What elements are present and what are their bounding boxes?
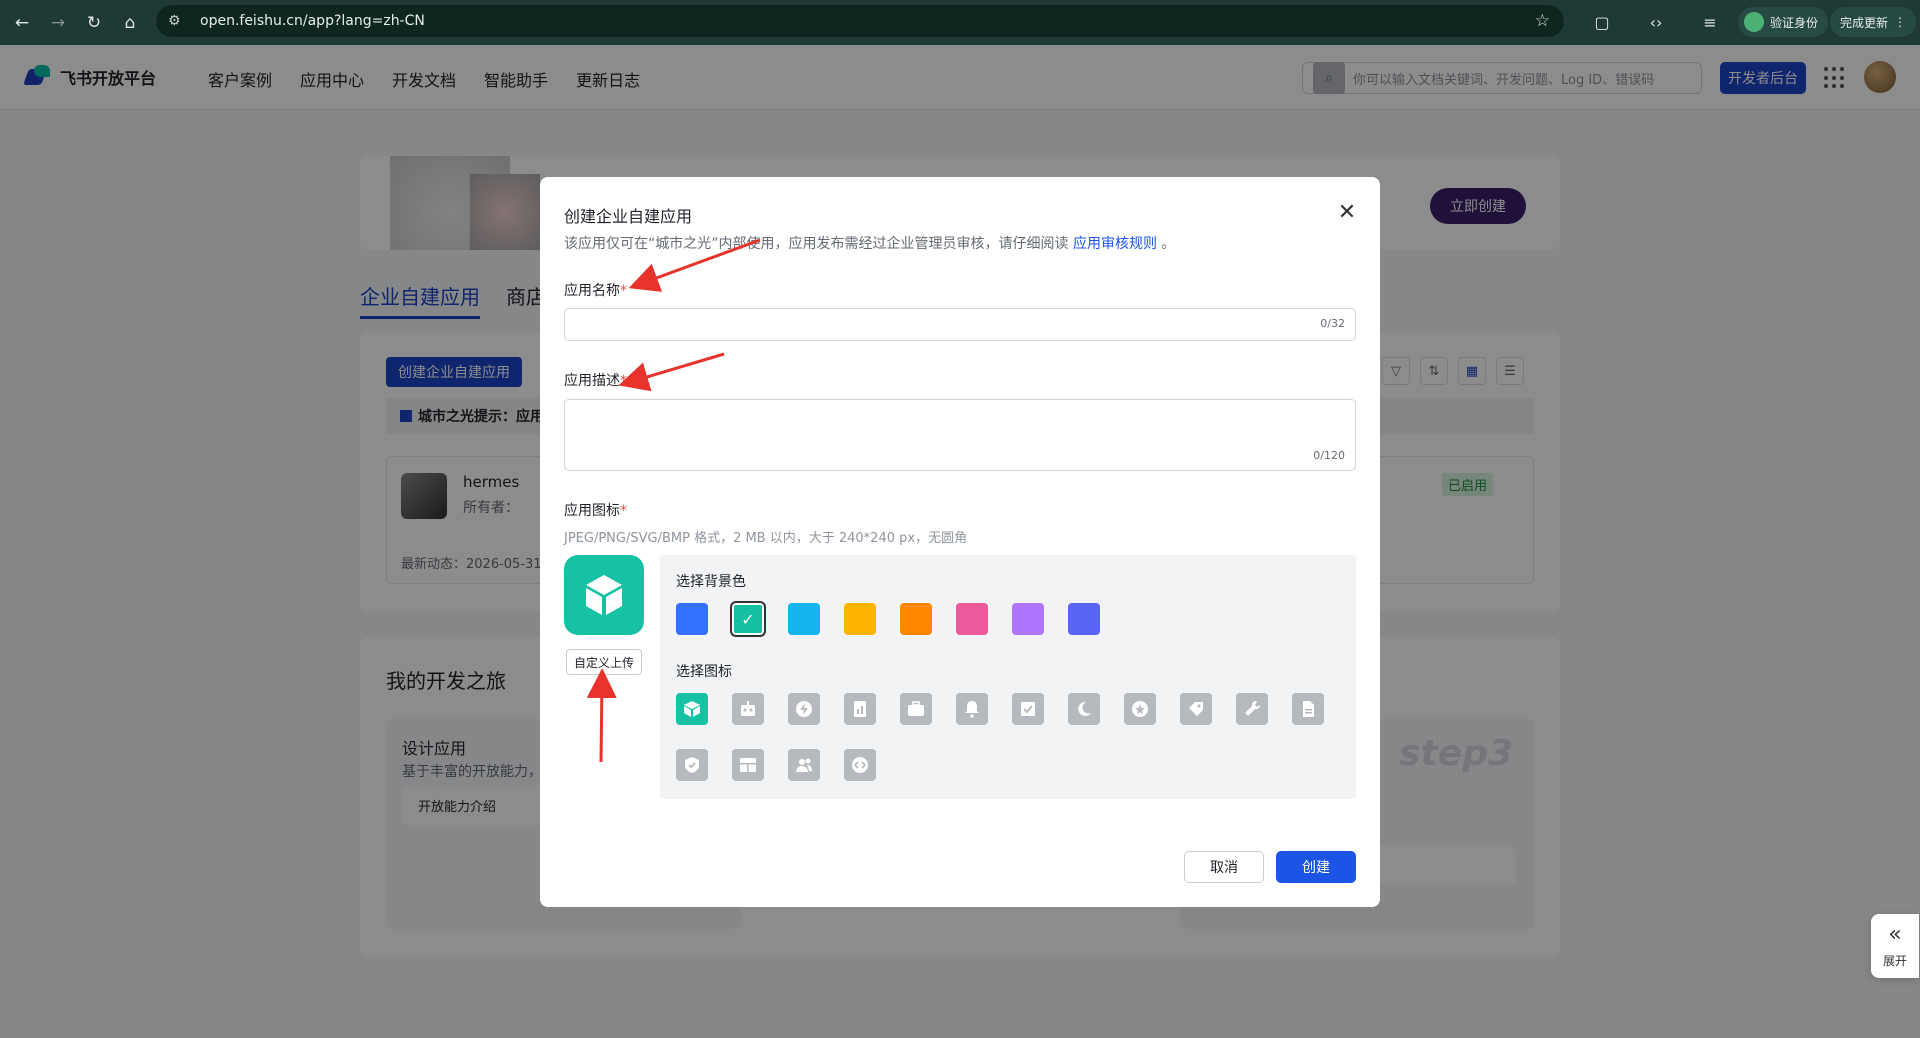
icon-option[interactable] bbox=[900, 693, 932, 725]
back-icon[interactable]: ← bbox=[8, 9, 36, 37]
icon-option[interactable] bbox=[844, 749, 876, 781]
icon-picker-panel: 选择背景色 ✓ 选择图标 bbox=[660, 555, 1356, 799]
verify-label: 验证身份 bbox=[1770, 15, 1819, 30]
robot-icon bbox=[741, 701, 755, 716]
icon-option[interactable] bbox=[844, 693, 876, 725]
bg-color-swatch[interactable] bbox=[676, 603, 708, 635]
icon-format-hint: JPEG/PNG/SVG/BMP 格式，2 MB 以内，大于 240*240 p… bbox=[564, 531, 968, 546]
forward-icon[interactable]: → bbox=[44, 9, 72, 37]
profile-badge-icon bbox=[1744, 12, 1764, 32]
required-mark: * bbox=[620, 503, 627, 519]
star-icon bbox=[1132, 701, 1148, 717]
wrench-icon bbox=[1245, 700, 1261, 716]
code-icon bbox=[852, 757, 868, 773]
lightning-icon bbox=[796, 701, 812, 717]
dialog-desc-text: 该应用仅可在“城市之光”内部使用，应用发布需经过企业管理员审核，请仔细阅读 bbox=[564, 236, 1069, 252]
reload-icon[interactable]: ↻ bbox=[80, 9, 108, 37]
tag-icon bbox=[1189, 702, 1203, 716]
bg-color-swatch[interactable] bbox=[956, 603, 988, 635]
update-label: 完成更新 bbox=[1840, 15, 1889, 30]
icon-option[interactable] bbox=[676, 693, 708, 725]
expand-label: 展开 bbox=[1882, 953, 1907, 968]
bg-color-swatch[interactable] bbox=[1068, 603, 1100, 635]
icon-option[interactable] bbox=[788, 749, 820, 781]
file-icon bbox=[1303, 701, 1314, 717]
moon-icon bbox=[1078, 701, 1091, 716]
bg-color-label: 选择背景色 bbox=[676, 574, 746, 590]
icon-option[interactable] bbox=[956, 693, 988, 725]
icon-select-label: 选择图标 bbox=[676, 664, 732, 680]
app-icon-preview bbox=[564, 555, 644, 635]
url-text: open.feishu.cn/app?lang=zh-CN bbox=[200, 13, 425, 29]
finish-update-button[interactable]: 完成更新 ⋮ bbox=[1830, 7, 1917, 37]
icon-options-grid bbox=[676, 693, 1346, 781]
site-info-icon[interactable]: ⚙ bbox=[168, 13, 188, 29]
check-icon: ✓ bbox=[741, 609, 755, 629]
desc-char-count: 0/120 bbox=[1313, 449, 1345, 462]
home-icon[interactable]: ⌂ bbox=[116, 9, 144, 37]
required-mark: * bbox=[620, 283, 627, 299]
app-desc-textarea[interactable]: 0/120 bbox=[564, 399, 1356, 471]
icon-option[interactable] bbox=[1292, 693, 1324, 725]
app-icon-label: 应用图标* bbox=[564, 503, 627, 519]
cube-icon bbox=[684, 701, 700, 717]
cube-icon bbox=[586, 575, 622, 615]
double-chevron-left-icon: « bbox=[1888, 921, 1902, 947]
bell-icon bbox=[965, 701, 979, 718]
bg-color-swatches: ✓ bbox=[676, 601, 1100, 637]
bg-color-swatch[interactable] bbox=[900, 603, 932, 635]
bg-color-swatch[interactable] bbox=[1012, 603, 1044, 635]
layout-icon bbox=[740, 758, 756, 772]
icon-option[interactable] bbox=[788, 693, 820, 725]
browser-toolbar: ← → ↻ ⌂ ⚙ open.feishu.cn/app?lang=zh-CN … bbox=[0, 0, 1920, 45]
icon-option[interactable] bbox=[1068, 693, 1100, 725]
icon-option[interactable] bbox=[676, 749, 708, 781]
devtools-icon[interactable]: ‹› bbox=[1642, 8, 1670, 36]
icon-option[interactable] bbox=[732, 749, 764, 781]
app-name-label: 应用名称* bbox=[564, 283, 627, 299]
checkbox-icon bbox=[1021, 702, 1035, 716]
dialog-title: 创建企业自建应用 bbox=[564, 207, 693, 226]
icon-option[interactable] bbox=[1236, 693, 1268, 725]
create-app-dialog: 创建企业自建应用 ✕ 该应用仅可在“城市之光”内部使用，应用发布需经过企业管理员… bbox=[540, 177, 1380, 907]
app-name-input[interactable]: 0/32 bbox=[564, 308, 1356, 341]
app-desc-label: 应用描述* bbox=[564, 373, 627, 389]
create-button[interactable]: 创建 bbox=[1276, 851, 1356, 883]
bg-color-swatch[interactable] bbox=[844, 603, 876, 635]
expand-panel-button[interactable]: « 展开 bbox=[1871, 914, 1919, 978]
document-chart-icon bbox=[854, 701, 866, 717]
dialog-desc-suffix: 。 bbox=[1161, 236, 1176, 252]
bg-color-swatch[interactable]: ✓ bbox=[730, 601, 766, 637]
icon-option[interactable] bbox=[732, 693, 764, 725]
dialog-description: 该应用仅可在“城市之光”内部使用，应用发布需经过企业管理员审核，请仔细阅读 应用… bbox=[564, 233, 1175, 253]
address-bar[interactable]: ⚙ open.feishu.cn/app?lang=zh-CN ☆ bbox=[156, 5, 1564, 37]
more-vert-icon: ⋮ bbox=[1894, 15, 1907, 29]
custom-upload-button[interactable]: 自定义上传 bbox=[566, 649, 642, 675]
reading-list-icon[interactable]: ≡ bbox=[1696, 8, 1724, 36]
bookmark-star-icon[interactable]: ☆ bbox=[1535, 11, 1550, 31]
required-mark: * bbox=[620, 373, 627, 389]
icon-option[interactable] bbox=[1180, 693, 1212, 725]
review-rules-link[interactable]: 应用审核规则 bbox=[1073, 236, 1157, 252]
bg-color-swatch[interactable] bbox=[788, 603, 820, 635]
close-icon[interactable]: ✕ bbox=[1334, 199, 1360, 225]
briefcase-icon bbox=[908, 701, 924, 716]
extensions-icon[interactable]: ▢ bbox=[1588, 8, 1616, 36]
verify-identity-button[interactable]: 验证身份 bbox=[1738, 7, 1829, 37]
icon-option[interactable] bbox=[1012, 693, 1044, 725]
icon-option[interactable] bbox=[1124, 693, 1156, 725]
cancel-button[interactable]: 取消 bbox=[1184, 851, 1264, 883]
name-char-count: 0/32 bbox=[1320, 317, 1345, 330]
shield-icon bbox=[685, 757, 699, 773]
people-icon bbox=[796, 758, 812, 772]
